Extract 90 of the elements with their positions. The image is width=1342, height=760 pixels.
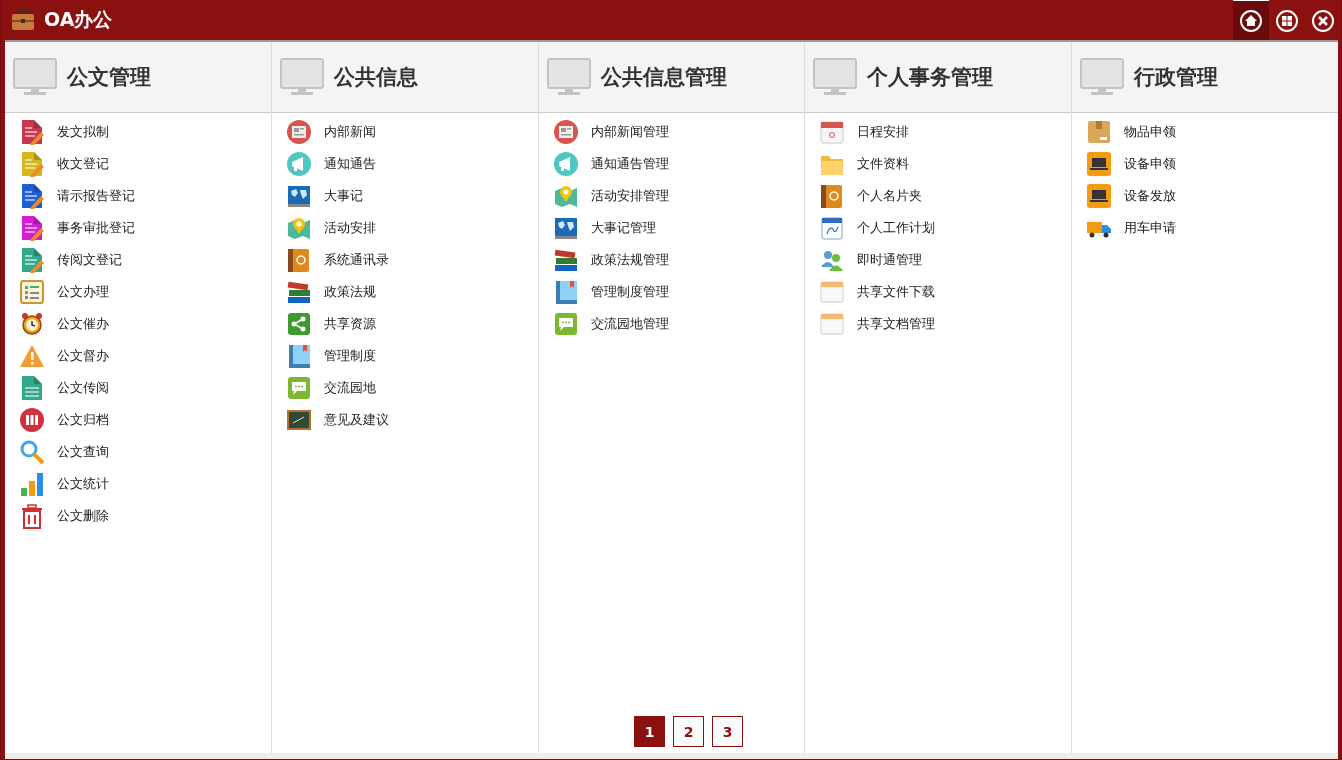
menu-item[interactable]: 通知通告	[271, 148, 538, 180]
books-icon	[285, 279, 312, 305]
column-title: 公共信息	[333, 64, 418, 91]
menu-item[interactable]: 公文办理	[5, 276, 271, 308]
menu-item[interactable]: 通知通告管理	[538, 148, 805, 180]
column-title: 行政管理	[1134, 64, 1219, 91]
menu-item[interactable]: 传阅文登记	[5, 244, 271, 276]
menu-item[interactable]: 公文归档	[5, 404, 271, 436]
menu-item[interactable]: 发文拟制	[5, 116, 271, 148]
menu-item[interactable]: 公文催办	[5, 308, 271, 340]
menu-item[interactable]: 公文督办	[5, 340, 271, 372]
menu-item[interactable]: 设备申领	[1072, 148, 1338, 180]
menu-item[interactable]: 公文查询	[5, 436, 271, 468]
page-button[interactable]: 3	[712, 716, 743, 747]
menu-item[interactable]: 公文统计	[5, 468, 271, 500]
bar-chart-icon	[19, 471, 45, 497]
notebook-icon	[819, 215, 846, 241]
speech-bubble-icon	[552, 311, 579, 337]
window-icon	[819, 279, 846, 305]
newspaper-icon	[285, 119, 312, 145]
newspaper-icon	[552, 119, 579, 145]
menu-item[interactable]: 事务审批登记	[5, 212, 271, 244]
monitor-icon	[279, 58, 324, 96]
menu-item[interactable]: 共享资源	[271, 308, 538, 340]
menu-item[interactable]: 意见及建议	[271, 404, 538, 436]
menu-item[interactable]: 收文登记	[5, 148, 271, 180]
page-button[interactable]: 1	[634, 716, 665, 747]
laptop-icon	[1086, 151, 1113, 177]
menu-item[interactable]: 系统通讯录	[271, 244, 538, 276]
search-icon	[19, 439, 45, 465]
menu-item[interactable]: 活动安排管理	[538, 180, 805, 212]
menu-item[interactable]: 日程安排	[805, 116, 1072, 148]
map-pin-icon	[285, 215, 312, 241]
menu-item[interactable]: 内部新闻管理	[538, 116, 805, 148]
list-icon	[19, 279, 45, 305]
menu-item[interactable]: 活动安排	[271, 212, 538, 244]
books-icon	[552, 247, 579, 273]
world-map-icon	[285, 183, 312, 209]
monitor-icon	[13, 58, 57, 96]
menu-item[interactable]: 设备发放	[1072, 180, 1338, 212]
column-title: 公文管理	[67, 64, 151, 91]
warning-icon	[19, 343, 45, 369]
chalkboard-icon	[285, 407, 312, 433]
trash-icon	[19, 503, 45, 529]
monitor-icon	[546, 58, 591, 96]
page-button[interactable]: 2	[673, 716, 704, 747]
menu-item[interactable]: 公文传阅	[5, 372, 271, 404]
document-icon	[19, 375, 45, 401]
share-icon	[285, 311, 312, 337]
window-icon	[819, 311, 846, 337]
menu-item[interactable]: 即时通管理	[805, 244, 1072, 276]
column-title: 公共信息管理	[600, 64, 727, 91]
alarm-clock-icon	[19, 311, 45, 337]
menu-item[interactable]: 管理制度管理	[538, 276, 805, 308]
window-title: OA办公	[44, 7, 113, 32]
grid-icon	[1275, 8, 1299, 33]
monitor-icon	[1080, 58, 1125, 96]
address-book-icon	[285, 247, 312, 273]
laptop-icon	[1086, 183, 1113, 209]
monitor-icon	[813, 58, 858, 96]
calendar-icon	[819, 119, 846, 145]
menu-item[interactable]: 管理制度	[271, 340, 538, 372]
menu-item[interactable]: 交流园地管理	[538, 308, 805, 340]
menu-item[interactable]: 用车申请	[1072, 212, 1338, 244]
menu-item[interactable]: 个人工作计划	[805, 212, 1072, 244]
menu-item[interactable]: 个人名片夹	[805, 180, 1072, 212]
menu-item[interactable]: 内部新闻	[271, 116, 538, 148]
menu-item[interactable]: 共享文档管理	[805, 308, 1072, 340]
home-icon	[1239, 8, 1263, 33]
menu-item[interactable]: 共享文件下载	[805, 276, 1072, 308]
menu-item[interactable]: 大事记	[271, 180, 538, 212]
megaphone-icon	[552, 151, 579, 177]
world-map-icon	[552, 215, 579, 241]
home-button[interactable]	[1233, 0, 1269, 40]
speech-bubble-icon	[285, 375, 312, 401]
binders-icon	[19, 407, 45, 433]
menu-item[interactable]: 文件资料	[805, 148, 1072, 180]
briefcase-icon	[11, 9, 35, 31]
close-icon	[1311, 8, 1335, 33]
megaphone-icon	[285, 151, 312, 177]
menu-item[interactable]: 交流园地	[271, 372, 538, 404]
map-pin-icon	[552, 183, 579, 209]
menu-item[interactable]: 请示报告登记	[5, 180, 271, 212]
menu-item[interactable]: 政策法规	[271, 276, 538, 308]
menu-item[interactable]: 政策法规管理	[538, 244, 805, 276]
menu-item[interactable]: 大事记管理	[538, 212, 805, 244]
menu-item[interactable]: 公文删除	[5, 500, 271, 532]
package-icon	[1086, 119, 1113, 145]
menu-item[interactable]: 物品申领	[1072, 116, 1338, 148]
column-title: 个人事务管理	[867, 64, 994, 91]
